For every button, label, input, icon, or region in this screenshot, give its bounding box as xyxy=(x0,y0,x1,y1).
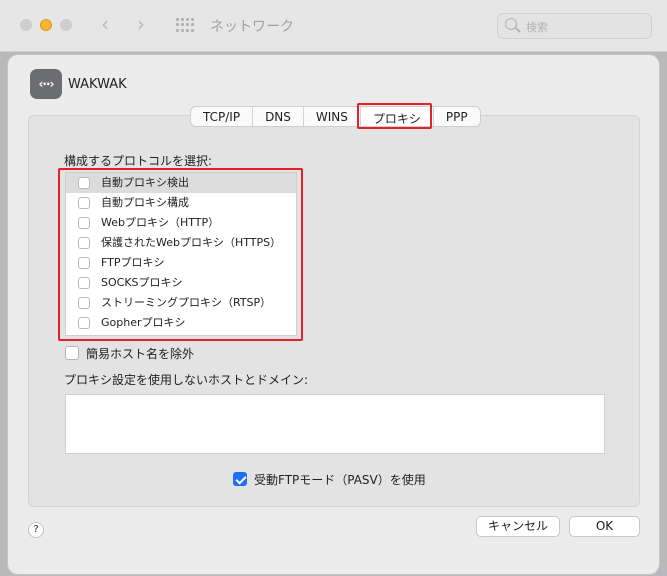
protocol-checkbox[interactable] xyxy=(78,277,90,289)
protocol-label: FTPプロキシ xyxy=(101,256,165,269)
minimize-window-button[interactable] xyxy=(40,19,52,31)
cancel-button[interactable]: キャンセル xyxy=(476,516,560,537)
protocol-item-rtsp[interactable]: ストリーミングプロキシ（RTSP） xyxy=(66,293,296,313)
protocol-item-auto-config[interactable]: 自動プロキシ構成 xyxy=(66,193,296,213)
protocol-label: Webプロキシ（HTTP） xyxy=(101,216,220,229)
protocol-list: 自動プロキシ検出 自動プロキシ構成 Webプロキシ（HTTP） 保護されたWeb… xyxy=(65,172,297,336)
search-input[interactable]: 検索 xyxy=(497,13,652,39)
protocol-label: 自動プロキシ構成 xyxy=(101,196,189,209)
protocol-item-gopher[interactable]: Gopherプロキシ xyxy=(66,313,296,333)
checkbox-box[interactable] xyxy=(233,472,247,486)
zoom-window-button[interactable] xyxy=(60,19,72,31)
bypass-hosts-label: プロキシ設定を使用しないホストとドメイン: xyxy=(64,373,309,387)
protocol-checkbox[interactable] xyxy=(78,257,90,269)
protocol-label: Gopherプロキシ xyxy=(101,316,186,329)
tab-ppp[interactable]: PPP xyxy=(432,107,480,126)
protocol-label: 自動プロキシ検出 xyxy=(101,176,189,189)
protocol-label: SOCKSプロキシ xyxy=(101,276,183,289)
search-icon xyxy=(505,18,517,30)
window-title: ネットワーク xyxy=(210,19,294,35)
close-window-button[interactable] xyxy=(20,19,32,31)
exclude-simple-hostnames-checkbox[interactable]: 簡易ホスト名を除外 xyxy=(65,345,194,362)
window-titlebar: ‹ › ネットワーク 検索 xyxy=(0,0,667,52)
checkbox-box[interactable] xyxy=(65,346,79,360)
protocol-item-http[interactable]: Webプロキシ（HTTP） xyxy=(66,213,296,233)
protocol-section-label: 構成するプロトコルを選択: xyxy=(64,154,213,168)
protocol-checkbox[interactable] xyxy=(78,237,90,249)
network-dots-icon: ‹··› xyxy=(30,69,62,99)
passive-ftp-label: 受動FTPモード（PASV）を使用 xyxy=(254,473,426,487)
protocol-checkbox[interactable] xyxy=(78,177,90,189)
bypass-hosts-field[interactable] xyxy=(65,394,605,454)
tab-proxy[interactable]: プロキシ xyxy=(359,107,433,126)
protocol-checkbox[interactable] xyxy=(78,197,90,209)
protocol-label: ストリーミングプロキシ（RTSP） xyxy=(101,296,272,309)
proxy-settings-sheet: ‹··› WAKWAK TCP/IP DNS WINS プロキシ PPP 構成す… xyxy=(8,55,659,574)
search-placeholder: 検索 xyxy=(526,21,548,34)
back-chevron-icon[interactable]: ‹ xyxy=(101,12,109,36)
tab-bar: TCP/IP DNS WINS プロキシ PPP xyxy=(190,106,481,127)
interface-name: WAKWAK xyxy=(68,77,127,92)
tab-wins[interactable]: WINS xyxy=(302,107,360,126)
protocol-checkbox[interactable] xyxy=(78,317,90,329)
show-all-grid-icon[interactable] xyxy=(176,18,194,32)
protocol-item-auto-detect[interactable]: 自動プロキシ検出 xyxy=(66,173,296,193)
passive-ftp-checkbox[interactable]: 受動FTPモード（PASV）を使用 xyxy=(233,471,426,488)
tab-tcpip[interactable]: TCP/IP xyxy=(191,107,252,126)
protocol-item-socks[interactable]: SOCKSプロキシ xyxy=(66,273,296,293)
help-button[interactable]: ? xyxy=(28,522,44,538)
protocol-checkbox[interactable] xyxy=(78,217,90,229)
protocol-checkbox[interactable] xyxy=(78,297,90,309)
protocol-item-https[interactable]: 保護されたWebプロキシ（HTTPS） xyxy=(66,233,296,253)
exclude-simple-hostnames-label: 簡易ホスト名を除外 xyxy=(86,347,195,361)
protocol-item-ftp[interactable]: FTPプロキシ xyxy=(66,253,296,273)
forward-chevron-icon[interactable]: › xyxy=(137,12,145,36)
ok-button[interactable]: OK xyxy=(569,516,640,537)
protocol-label: 保護されたWebプロキシ（HTTPS） xyxy=(101,236,282,249)
tab-dns[interactable]: DNS xyxy=(252,107,303,126)
